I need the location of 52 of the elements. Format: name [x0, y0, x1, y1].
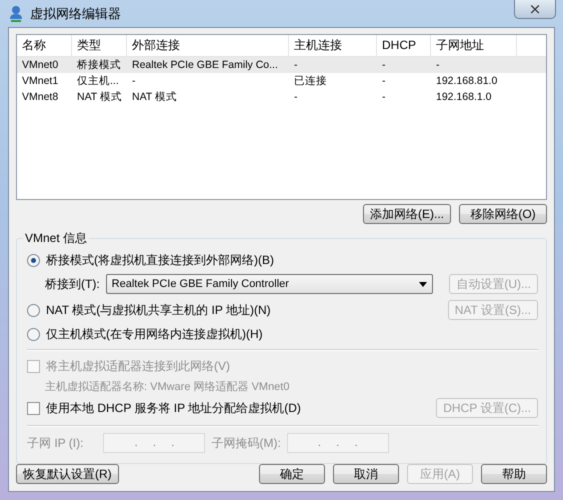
table-row[interactable]: VMnet0 桥接模式 Realtek PCIe GBE Family Co... - - -	[17, 57, 546, 73]
network-user-icon	[8, 4, 24, 22]
checkbox-label: 将主机虚拟适配器连接到此网络(V)	[46, 358, 230, 374]
column-header[interactable]: DHCP	[377, 35, 431, 57]
dialog-button[interactable]: 帮助	[481, 464, 547, 484]
column-header[interactable]: 主机连接	[289, 35, 377, 57]
table-cell-text: NAT 模式	[131, 90, 178, 104]
restore-defaults-button[interactable]: 恢复默认设置(R)	[16, 464, 119, 484]
table-cell-text: 仅主机...	[76, 74, 120, 88]
table-cell-text: -	[381, 91, 386, 103]
column-header[interactable]: 子网地址	[431, 35, 517, 57]
window-title: 虚拟网络编辑器	[30, 4, 121, 22]
dialog-button[interactable]: 取消	[333, 464, 399, 484]
table-cell-text: 192.168.1.0	[435, 91, 492, 103]
bridge-dropdown[interactable]: Realtek PCIe GBE Family Controller	[106, 274, 434, 294]
checkbox-label: 使用本地 DHCP 服务将 IP 地址分配给虚拟机(D)	[46, 400, 301, 416]
table-cell-text: VMnet1	[21, 75, 60, 87]
adapter-name-text: 主机虚拟适配器名称: VMware 网络适配器 VMnet0	[45, 380, 290, 394]
table-cell-text: VMnet8	[21, 91, 60, 103]
subnet-ip-label: 子网 IP (I):	[27, 434, 84, 452]
table-cell-text: -	[293, 91, 298, 103]
list-button[interactable]: 移除网络(O)	[459, 204, 547, 224]
table-cell-text: -	[293, 59, 298, 71]
radio-label: 桥接模式(将虚拟机直接连接到外部网络)(B)	[46, 252, 274, 268]
table-cell-text: 192.168.81.0	[435, 75, 498, 87]
table-cell-text: -	[435, 59, 440, 71]
table-cell-text: -	[381, 59, 386, 71]
subnet-mask-label: 子网掩码(M):	[211, 434, 281, 452]
radio-label: NAT 模式(与虚拟机共享主机的 IP 地址)(N)	[46, 302, 271, 318]
column-header[interactable]: 外部连接	[127, 35, 289, 57]
bridge-label: 桥接到(T):	[45, 276, 100, 292]
table-cell-text: Realtek PCIe GBE Family Co...	[131, 59, 279, 71]
group-title: VMnet 信息	[24, 230, 88, 247]
column-header[interactable]: 类型	[72, 35, 127, 57]
table-cell-text: VMnet0	[21, 59, 60, 71]
column-header[interactable]: 名称	[17, 35, 72, 57]
table-row[interactable]: VMnet1 仅主机... - 已连接 - 192.168.81.0	[17, 73, 546, 89]
radio-button[interactable]	[27, 304, 40, 316]
table-cell-text: -	[381, 75, 386, 87]
radio-label: 仅主机模式(在专用网络内连接虚拟机)(H)	[46, 326, 263, 342]
table-cell-text: NAT 模式	[76, 90, 123, 104]
table-cell-text: -	[131, 75, 136, 87]
close-button[interactable]: ×	[514, 0, 556, 19]
radio-button[interactable]	[27, 328, 40, 340]
table-cell-text: 已连接	[293, 74, 328, 88]
list-button[interactable]: 添加网络(E)...	[363, 204, 451, 224]
dialog-button[interactable]: 确定	[259, 464, 325, 484]
table-row[interactable]: VMnet8 NAT 模式 NAT 模式 - - 192.168.1.0	[17, 89, 546, 105]
checkbox[interactable]	[27, 402, 40, 414]
table-cell-text: 桥接模式	[76, 58, 122, 72]
radio-button[interactable]	[27, 254, 40, 266]
caret-icon	[419, 282, 428, 286]
